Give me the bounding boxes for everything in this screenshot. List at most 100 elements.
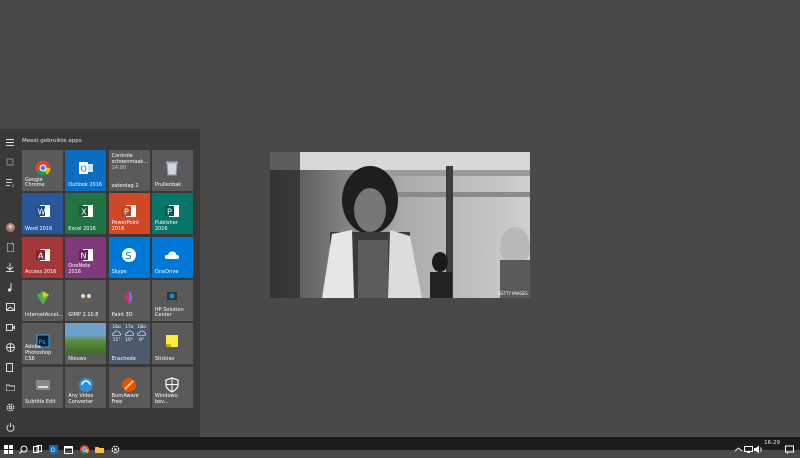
tile-news[interactable]: Nieuws [65,323,107,365]
stickies-icon [164,333,180,349]
settings-icon[interactable] [4,401,16,413]
tile-stickies[interactable]: Stickies [151,323,193,365]
personal-folder-icon[interactable] [4,361,16,373]
tile-label: Outlook 2016 [68,182,103,189]
search-icon[interactable] [19,439,28,454]
tile-label: Excel 2016 [68,225,96,232]
cloud-icon [136,330,148,338]
calendar-line4: zaterdag 2 [111,183,139,189]
tile-photoshop[interactable]: Ps Adobe Photoshop CS6 [22,323,63,365]
onedrive-icon [164,247,180,263]
tile-powerpoint[interactable]: P PowerPoint 2016 [108,193,150,235]
desktop-photo: GETTY IMAGES [270,152,530,298]
subtitle-edit-icon [35,377,51,393]
gimp-icon [78,290,94,306]
chevron-up-icon[interactable] [734,439,743,452]
chrome-icon [35,160,51,176]
sort-icon[interactable]: z [4,176,16,188]
tile-onenote[interactable]: N OneNote 2016 [65,236,107,278]
calendar-icon[interactable] [64,439,73,454]
tile-onedrive[interactable]: OneDrive [151,236,193,278]
tile-calendar-event[interactable]: Controle schoenmaak... 14:00 zaterdag 2 [108,150,150,191]
tile-label: HP Solution Center [154,306,184,319]
tile-label: Enschede [111,355,136,362]
tile-video-converter[interactable]: Any Video Converter [65,366,107,408]
onenote-icon: N [78,247,94,263]
tile-label: InternetAccel... [25,312,63,319]
weather-day: 18o 9° [136,325,148,344]
tile-shield[interactable]: Windows-bev... [151,366,193,408]
tile-label: BurnAware Free [111,393,139,405]
tile-excel[interactable]: X Excel 2016 [65,193,107,235]
tile-label: Skype [111,269,127,275]
tile-hp[interactable]: HP Solution Center [151,279,193,321]
tile-gimp[interactable]: GIMP 2.10.8 [65,279,107,321]
tile-burnaware[interactable]: BurnAware Free [108,366,150,408]
document-icon[interactable] [4,241,16,253]
svg-text:O: O [80,165,86,174]
tile-weather[interactable]: 16o 11° 17o 10° 18o 9° Enschede [108,323,150,365]
photo-watermark: GETTY IMAGES [498,291,528,296]
tile-access[interactable]: A Access 2016 [22,236,63,278]
tile-label: Paint 3D [111,312,133,319]
tile-label: Subtitle Edit [25,398,56,405]
music-icon[interactable] [4,281,16,293]
tile-label: Windows-bev... [154,393,180,405]
excel-icon: X [78,203,94,219]
file-explorer-taskbar-icon[interactable] [95,439,104,453]
tile-label: GIMP 2.10.8 [68,312,99,319]
tile-outlook[interactable]: O Outlook 2016 [65,150,107,191]
calendar-line3: 14:00 [111,165,127,171]
paint3d-icon [121,290,137,306]
clock[interactable]: 16:29 [764,440,780,446]
svg-text:A: A [38,251,44,260]
svg-text:S: S [125,250,131,261]
tile-recycle-bin[interactable]: Prullenbak [151,150,193,191]
videos-icon[interactable] [4,321,16,333]
volume-icon[interactable] [754,439,763,454]
tile-label: Any Video Converter [68,393,94,405]
file-explorer-icon[interactable] [4,381,16,393]
shield-icon [164,376,180,393]
tile-skype[interactable]: S Skype [108,236,150,278]
access-icon: A [35,247,51,263]
tile-label: Word 2016 [25,225,53,232]
tile-internet-accelerator[interactable]: InternetAccel... [22,279,63,321]
network-icon[interactable] [4,341,16,353]
svg-text:P: P [167,208,172,217]
pictures-icon[interactable] [4,301,16,313]
word-icon: W [35,203,51,219]
notifications-icon[interactable] [785,439,794,454]
power-icon[interactable] [4,421,16,433]
tile-label: Google Chrome [25,176,45,189]
cloud-icon [111,330,123,338]
tile-label: OneDrive [154,269,179,275]
recent-apps-icon[interactable] [4,156,16,168]
recycle-bin-icon [164,160,180,176]
settings-taskbar-icon[interactable] [111,439,120,454]
video-converter-icon [78,377,94,393]
tile-paint3d[interactable]: Paint 3D [108,279,150,321]
download-icon[interactable] [4,261,16,273]
tile-label: Publisher 2016 [154,220,178,232]
hamburger-menu-icon[interactable] [4,136,16,148]
tile-word[interactable]: W Word 2016 [22,193,63,235]
section-title: Meest gebruikte apps [22,138,82,144]
tile-label: Prullenbak [154,182,182,189]
tile-label: Access 2016 [25,269,57,275]
start-icon[interactable] [4,439,13,454]
svg-text:X: X [81,208,87,217]
calendar-tile-text: Controle schoenmaak... 14:00 [112,153,149,171]
tile-chrome[interactable]: Google Chrome [22,150,63,191]
news-image [65,323,107,354]
avatar[interactable] [4,221,16,233]
tile-label: PowerPoint 2016 [111,220,140,232]
network-tray-icon[interactable] [744,439,753,453]
chrome-taskbar-icon[interactable] [80,439,90,455]
outlook-taskbar-icon[interactable]: O [49,439,58,454]
tile-subtitle-edit[interactable]: Subtitle Edit [22,366,63,408]
tile-publisher[interactable]: P Publisher 2016 [151,193,193,235]
burnaware-icon [121,377,137,393]
svg-text:N: N [80,251,86,260]
task-view-icon[interactable] [33,439,42,453]
